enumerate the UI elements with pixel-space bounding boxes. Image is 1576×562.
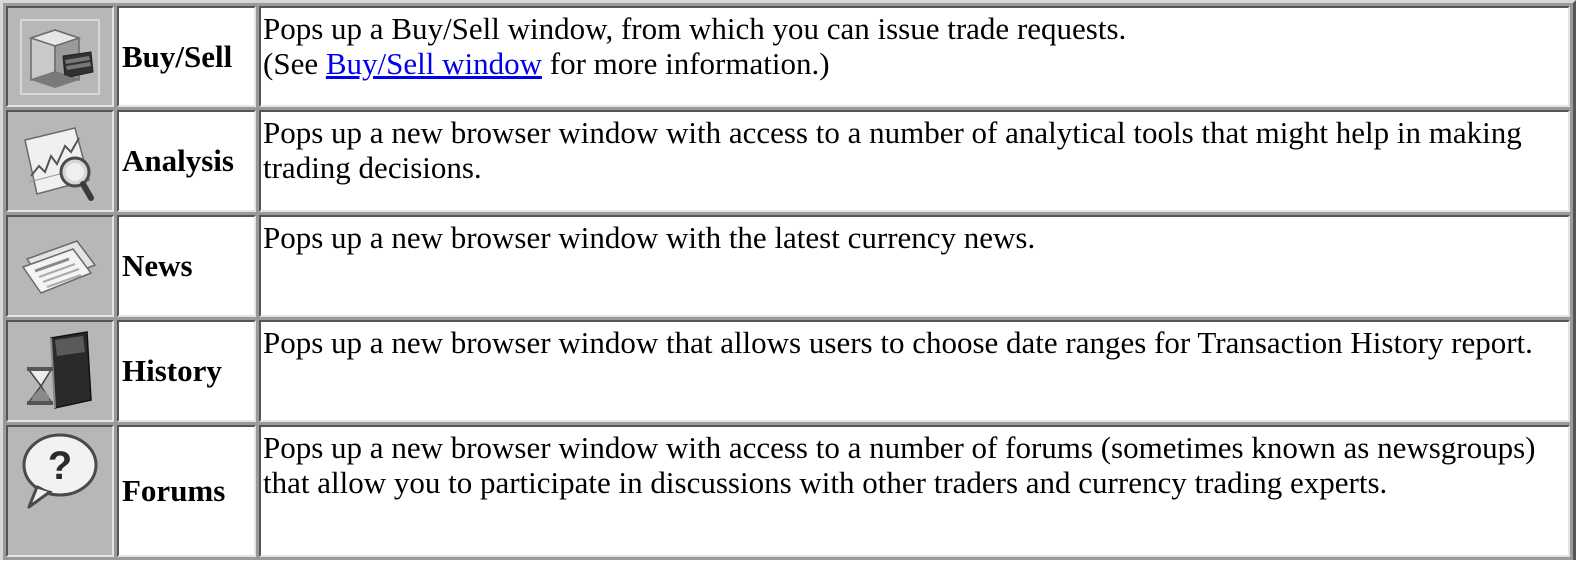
hourglass-book-icon bbox=[17, 330, 103, 412]
icon-cell bbox=[6, 215, 114, 317]
description-history: Pops up a new browser window that allows… bbox=[259, 320, 1570, 422]
table-row: News Pops up a new browser window with t… bbox=[6, 215, 1570, 317]
toolbar-label-history: History bbox=[117, 320, 256, 422]
description-forums: Pops up a new browser window with access… bbox=[259, 425, 1570, 557]
icon-cell: ? bbox=[6, 425, 114, 557]
svg-text:?: ? bbox=[48, 444, 72, 488]
chart-magnifier-icon bbox=[17, 120, 103, 202]
table-row: Analysis Pops up a new browser window wi… bbox=[6, 110, 1570, 212]
question-bubble-icon: ? bbox=[17, 427, 103, 513]
description-analysis: Pops up a new browser window with access… bbox=[259, 110, 1570, 212]
description-news: Pops up a new browser window with the la… bbox=[259, 215, 1570, 317]
toolbar-label-buy-sell: Buy/Sell bbox=[117, 6, 256, 107]
toolbar-label-news: News bbox=[117, 215, 256, 317]
icon-cell bbox=[6, 6, 114, 107]
description-text-suffix: for more information.) bbox=[542, 46, 830, 81]
toolbar-label-analysis: Analysis bbox=[117, 110, 256, 212]
cash-register-icon bbox=[17, 15, 103, 98]
newspaper-icon bbox=[17, 225, 103, 307]
buy-sell-window-link[interactable]: Buy/Sell window bbox=[326, 46, 542, 81]
help-page: Buy/Sell Pops up a Buy/Sell window, from… bbox=[0, 0, 1576, 562]
icon-cell bbox=[6, 320, 114, 422]
toolbar-help-table: Buy/Sell Pops up a Buy/Sell window, from… bbox=[0, 0, 1576, 560]
table-row: Buy/Sell Pops up a Buy/Sell window, from… bbox=[6, 6, 1570, 107]
table-row: ? Forums Pops up a new browser window wi… bbox=[6, 425, 1570, 557]
description-text-prefix: (See bbox=[263, 46, 326, 81]
icon-cell bbox=[6, 110, 114, 212]
table-row: History Pops up a new browser window tha… bbox=[6, 320, 1570, 422]
description-buy-sell: Pops up a Buy/Sell window, from which yo… bbox=[259, 6, 1570, 107]
description-text: Pops up a Buy/Sell window, from which yo… bbox=[263, 11, 1127, 46]
toolbar-label-forums: Forums bbox=[117, 425, 256, 557]
